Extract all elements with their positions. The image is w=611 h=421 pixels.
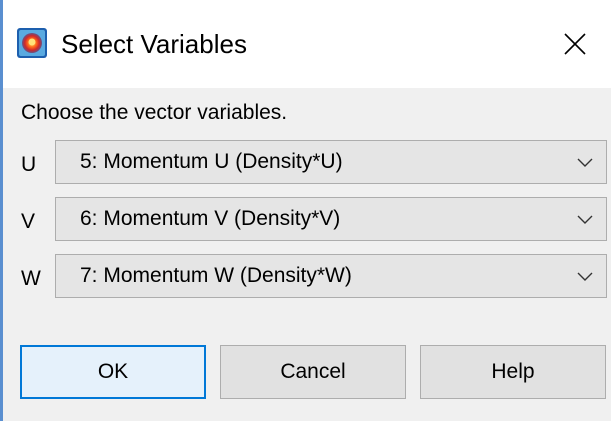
- help-button[interactable]: Help: [420, 345, 606, 399]
- dropdown-selected-value: 7: Momentum W (Density*W): [80, 264, 352, 287]
- w-variable-dropdown[interactable]: 7: Momentum W (Density*W): [55, 254, 607, 298]
- dropdown-selected-value: 5: Momentum U (Density*U): [80, 150, 343, 173]
- instruction-text: Choose the vector variables.: [21, 101, 288, 124]
- v-variable-dropdown[interactable]: 6: Momentum V (Density*V): [55, 197, 607, 241]
- close-icon: [564, 33, 586, 55]
- chevron-down-icon: [577, 158, 593, 167]
- dropdown-selected-value: 6: Momentum V (Density*V): [80, 207, 341, 230]
- window-title: Select Variables: [61, 29, 247, 59]
- select-variables-dialog: Select Variables Choose the vector varia…: [0, 0, 611, 421]
- close-button[interactable]: [547, 14, 603, 74]
- w-label: W: [21, 267, 41, 290]
- app-icon: [16, 27, 48, 59]
- chevron-down-icon: [577, 215, 593, 224]
- u-label: U: [21, 153, 37, 176]
- chevron-down-icon: [577, 272, 593, 281]
- title-bar[interactable]: Select Variables: [3, 0, 611, 88]
- u-variable-dropdown[interactable]: 5: Momentum U (Density*U): [55, 140, 607, 184]
- dialog-body: Choose the vector variables. U 5: Moment…: [3, 88, 611, 421]
- v-label: V: [21, 210, 36, 233]
- cancel-button[interactable]: Cancel: [220, 345, 406, 399]
- ok-button[interactable]: OK: [20, 345, 206, 399]
